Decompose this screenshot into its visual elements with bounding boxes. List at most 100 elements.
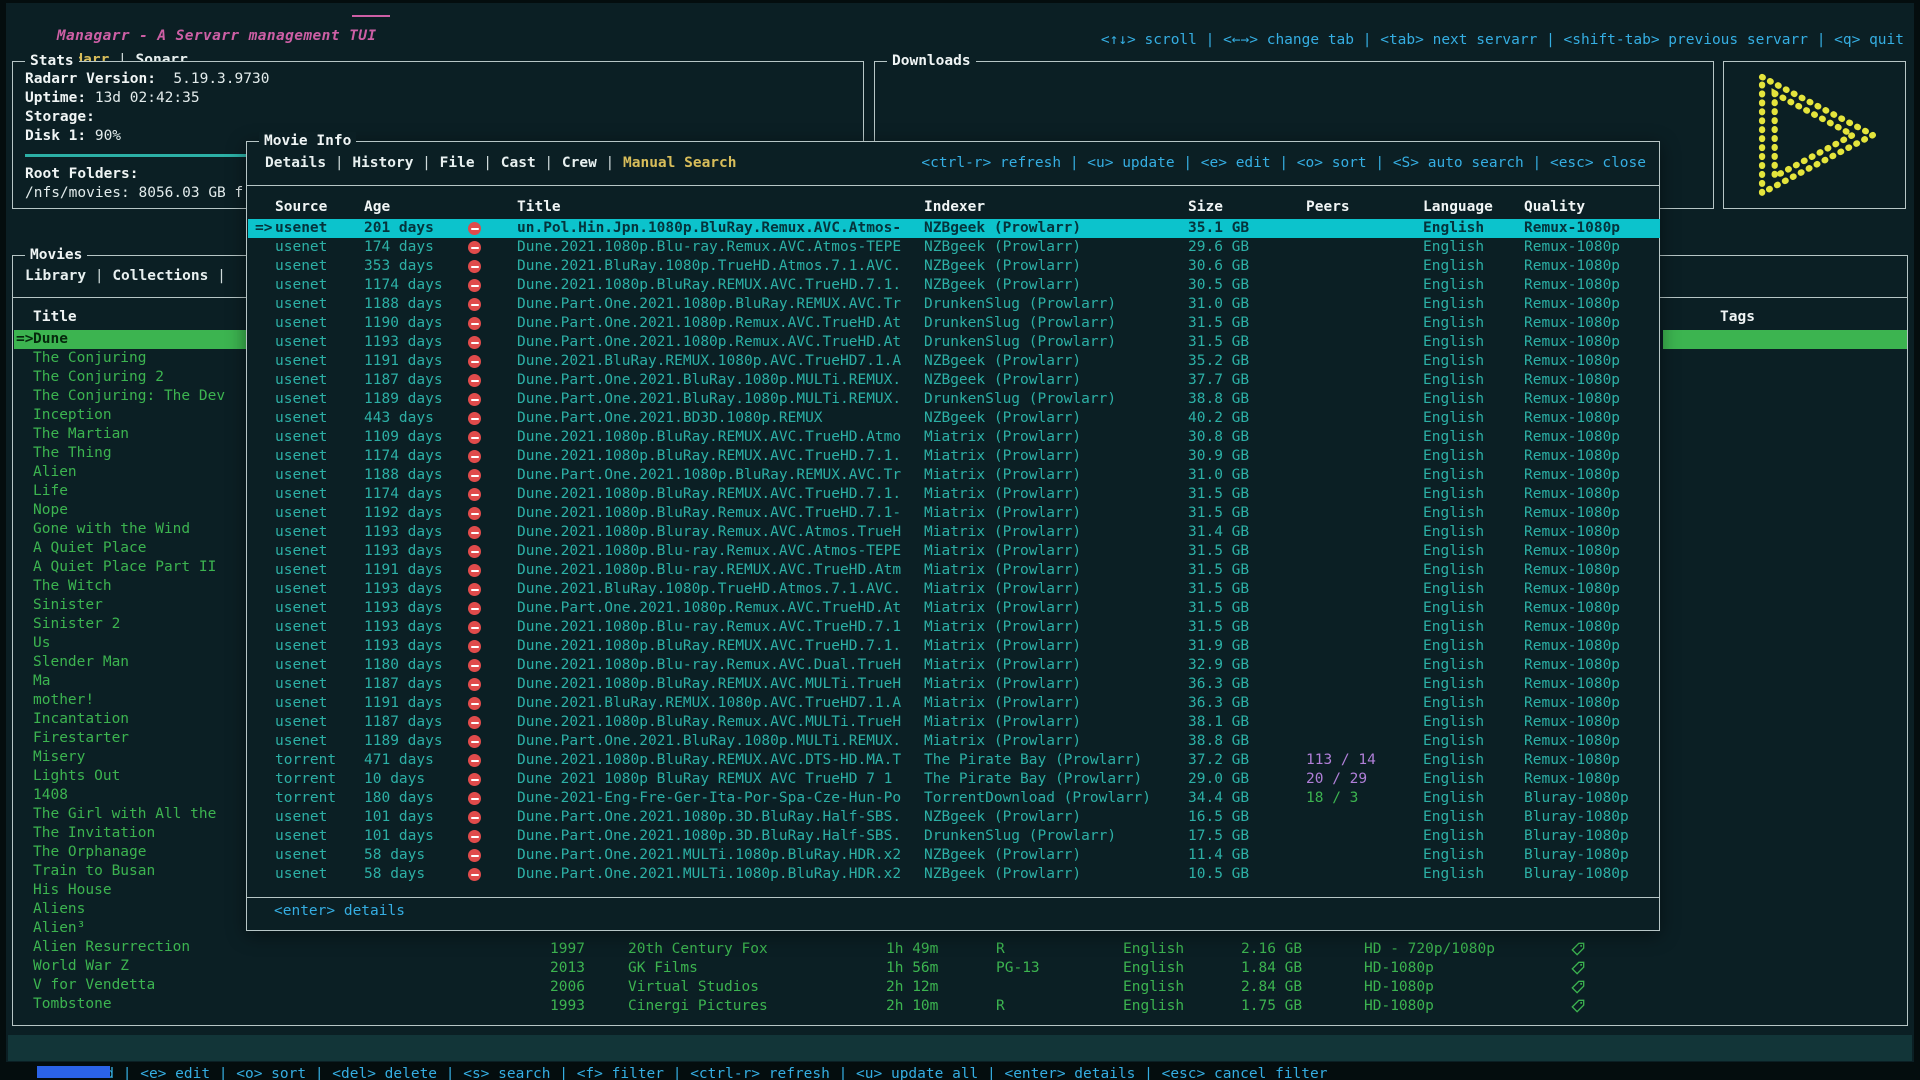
rejected-icon-bar xyxy=(471,418,479,420)
rejected-icon xyxy=(468,241,481,254)
search-result-row[interactable]: usenet1187 daysDune.Part.One.2021.BluRay… xyxy=(248,371,1660,390)
movie-detail-row[interactable]: 2006Virtual Studios2h 12mEnglish2.84 GBH… xyxy=(13,978,1907,997)
search-result-row[interactable]: usenet1189 daysDune.Part.One.2021.BluRay… xyxy=(248,390,1660,409)
release-indexer: TorrentDownload (Prowlarr) xyxy=(924,789,1180,808)
release-title: Dune.2021.1080p.BluRay.Remux.AVC.MULTi.T… xyxy=(517,713,914,732)
release-source: torrent xyxy=(275,751,336,770)
search-result-row[interactable]: usenet353 daysDune.2021.BluRay.1080p.Tru… xyxy=(248,257,1660,276)
movie-runtime: 1h 56m xyxy=(886,959,938,978)
column-header-indexer: Indexer xyxy=(924,198,1180,217)
search-result-row[interactable]: torrent471 daysDune.2021.1080p.BluRay.RE… xyxy=(248,751,1660,770)
tab-separator: | xyxy=(536,155,562,171)
search-result-row[interactable]: usenet1174 daysDune.2021.1080p.BluRay.RE… xyxy=(248,276,1660,295)
release-quality: Remux-1080p xyxy=(1524,713,1620,732)
release-title: Dune-2021-Eng-Fre-Ger-Ita-Por-Spa-Cze-Hu… xyxy=(517,789,914,808)
release-source: usenet xyxy=(275,599,327,618)
release-indexer: DrunkenSlug (Prowlarr) xyxy=(924,390,1180,409)
movie-info-tab-manual-search[interactable]: Manual Search xyxy=(623,155,737,171)
search-result-row[interactable]: usenet1193 daysDune.2021.1080p.BluRay.RE… xyxy=(248,637,1660,656)
release-quality: Remux-1080p xyxy=(1524,295,1620,314)
search-result-row[interactable]: usenet1191 daysDune.2021.1080p.Blu-ray.R… xyxy=(248,561,1660,580)
release-source: usenet xyxy=(275,542,327,561)
search-result-row[interactable]: usenet1109 daysDune.2021.1080p.BluRay.RE… xyxy=(248,428,1660,447)
release-peers: 20 / 29 xyxy=(1306,770,1367,789)
release-title: Dune.Part.One.2021.1080p.BluRay.REMUX.AV… xyxy=(517,466,914,485)
release-age: 1180 days xyxy=(364,656,443,675)
search-result-row[interactable]: usenet1192 daysDune.2021.1080p.BluRay.Re… xyxy=(248,504,1660,523)
search-result-row[interactable]: usenet1193 daysDune.Part.One.2021.1080p.… xyxy=(248,333,1660,352)
search-result-row[interactable]: usenet1174 daysDune.2021.1080p.BluRay.RE… xyxy=(248,447,1660,466)
search-result-row[interactable]: usenet58 daysDune.Part.One.2021.MULTi.10… xyxy=(248,846,1660,865)
movie-size: 1.84 GB xyxy=(1241,959,1302,978)
rejected-icon-bar xyxy=(471,494,479,496)
search-result-row[interactable]: usenet1187 daysDune.2021.1080p.BluRay.Re… xyxy=(248,713,1660,732)
rejected-icon-bar xyxy=(471,627,479,629)
search-result-row[interactable]: =>usenet201 daysun.Pol.Hin.Jpn.1080p.Blu… xyxy=(248,219,1660,238)
release-language: English xyxy=(1423,846,1484,865)
movie-info-tab-file[interactable]: File xyxy=(440,155,475,171)
movie-size: 2.84 GB xyxy=(1241,978,1302,997)
search-result-row[interactable]: usenet1191 daysDune.2021.BluRay.REMUX.10… xyxy=(248,352,1660,371)
release-age: 1193 days xyxy=(364,637,443,656)
search-result-row[interactable]: usenet1191 daysDune.2021.BluRay.REMUX.10… xyxy=(248,694,1660,713)
movie-info-tab-details[interactable]: Details xyxy=(265,155,326,171)
search-result-row[interactable]: usenet443 daysDune.Part.One.2021.BD3D.10… xyxy=(248,409,1660,428)
search-result-row[interactable]: usenet1188 daysDune.Part.One.2021.1080p.… xyxy=(248,466,1660,485)
search-result-row[interactable]: usenet174 daysDune.2021.1080p.Blu-ray.Re… xyxy=(248,238,1660,257)
rejected-icon xyxy=(468,298,481,311)
movie-detail-row[interactable]: 2013GK Films1h 56mPG-13English1.84 GBHD-… xyxy=(13,959,1907,978)
release-source: usenet xyxy=(275,808,327,827)
movie-detail-row[interactable]: 199720th Century Fox1h 49mREnglish2.16 G… xyxy=(13,940,1907,959)
release-age: 1189 days xyxy=(364,732,443,751)
release-language: English xyxy=(1423,751,1484,770)
movie-year: 2006 xyxy=(550,978,585,997)
release-size: 31.0 GB xyxy=(1188,466,1249,485)
search-result-row[interactable]: usenet1187 daysDune.2021.1080p.BluRay.RE… xyxy=(248,675,1660,694)
search-result-row[interactable]: usenet1193 daysDune.2021.1080p.Blu-ray.R… xyxy=(248,542,1660,561)
movie-info-tab-cast[interactable]: Cast xyxy=(501,155,536,171)
tab-separator: | xyxy=(475,155,501,171)
rejected-icon xyxy=(468,754,481,767)
release-indexer: Miatrix (Prowlarr) xyxy=(924,485,1180,504)
search-result-row[interactable]: usenet1193 daysDune.2021.BluRay.1080p.Tr… xyxy=(248,580,1660,599)
search-result-row[interactable]: usenet1193 daysDune.2021.1080p.Blu-ray.R… xyxy=(248,618,1660,637)
search-result-row[interactable]: usenet1174 daysDune.2021.1080p.BluRay.RE… xyxy=(248,485,1660,504)
title-rule xyxy=(352,15,390,17)
search-result-row[interactable]: usenet1193 daysDune.Part.One.2021.1080p.… xyxy=(248,599,1660,618)
stats-panel-title: Stats xyxy=(25,52,79,70)
release-age: 1193 days xyxy=(364,542,443,561)
movie-detail-row[interactable]: 1993Cinergi Pictures2h 10mREnglish1.75 G… xyxy=(13,997,1907,1016)
search-result-row[interactable]: usenet101 daysDune.Part.One.2021.1080p.3… xyxy=(248,808,1660,827)
release-source: usenet xyxy=(275,694,327,713)
rejected-icon xyxy=(468,564,481,577)
search-result-row[interactable]: usenet1190 daysDune.Part.One.2021.1080p.… xyxy=(248,314,1660,333)
release-source: usenet xyxy=(275,409,327,428)
search-result-row[interactable]: torrent180 daysDune-2021-Eng-Fre-Ger-Ita… xyxy=(248,789,1660,808)
search-result-row[interactable]: usenet58 daysDune.Part.One.2021.MULTi.10… xyxy=(248,865,1660,884)
search-result-row[interactable]: usenet1180 daysDune.2021.1080p.Blu-ray.R… xyxy=(248,656,1660,675)
release-quality: Remux-1080p xyxy=(1524,770,1620,789)
search-result-row[interactable]: usenet1193 daysDune.2021.1080p.Bluray.Re… xyxy=(248,523,1660,542)
release-indexer: Miatrix (Prowlarr) xyxy=(924,656,1180,675)
stat-value: 5.19.3.9730 xyxy=(156,71,270,87)
release-indexer: Miatrix (Prowlarr) xyxy=(924,675,1180,694)
release-quality: Remux-1080p xyxy=(1524,485,1620,504)
movie-info-tab-crew[interactable]: Crew xyxy=(562,155,597,171)
search-result-row[interactable]: usenet1188 daysDune.Part.One.2021.1080p.… xyxy=(248,295,1660,314)
release-age: 1193 days xyxy=(364,333,443,352)
rejected-icon-bar xyxy=(471,798,479,800)
search-result-row[interactable]: usenet101 daysDune.Part.One.2021.1080p.3… xyxy=(248,827,1660,846)
release-language: English xyxy=(1423,618,1484,637)
search-result-row[interactable]: torrent10 daysDune 2021 1080p BluRay REM… xyxy=(248,770,1660,789)
release-size: 31.5 GB xyxy=(1188,314,1249,333)
release-indexer: NZBgeek (Prowlarr) xyxy=(924,257,1180,276)
release-age: 10 days xyxy=(364,770,425,789)
release-size: 10.5 GB xyxy=(1188,865,1249,884)
rejected-icon-bar xyxy=(471,741,479,743)
release-title: Dune.2021.BluRay.REMUX.1080p.AVC.TrueHD7… xyxy=(517,694,914,713)
release-source: usenet xyxy=(275,865,327,884)
search-result-row[interactable]: usenet1189 daysDune.Part.One.2021.BluRay… xyxy=(248,732,1660,751)
movie-info-tab-history[interactable]: History xyxy=(352,155,413,171)
release-size: 11.4 GB xyxy=(1188,846,1249,865)
release-title: Dune.Part.One.2021.BD3D.1080p.REMUX xyxy=(517,409,914,428)
